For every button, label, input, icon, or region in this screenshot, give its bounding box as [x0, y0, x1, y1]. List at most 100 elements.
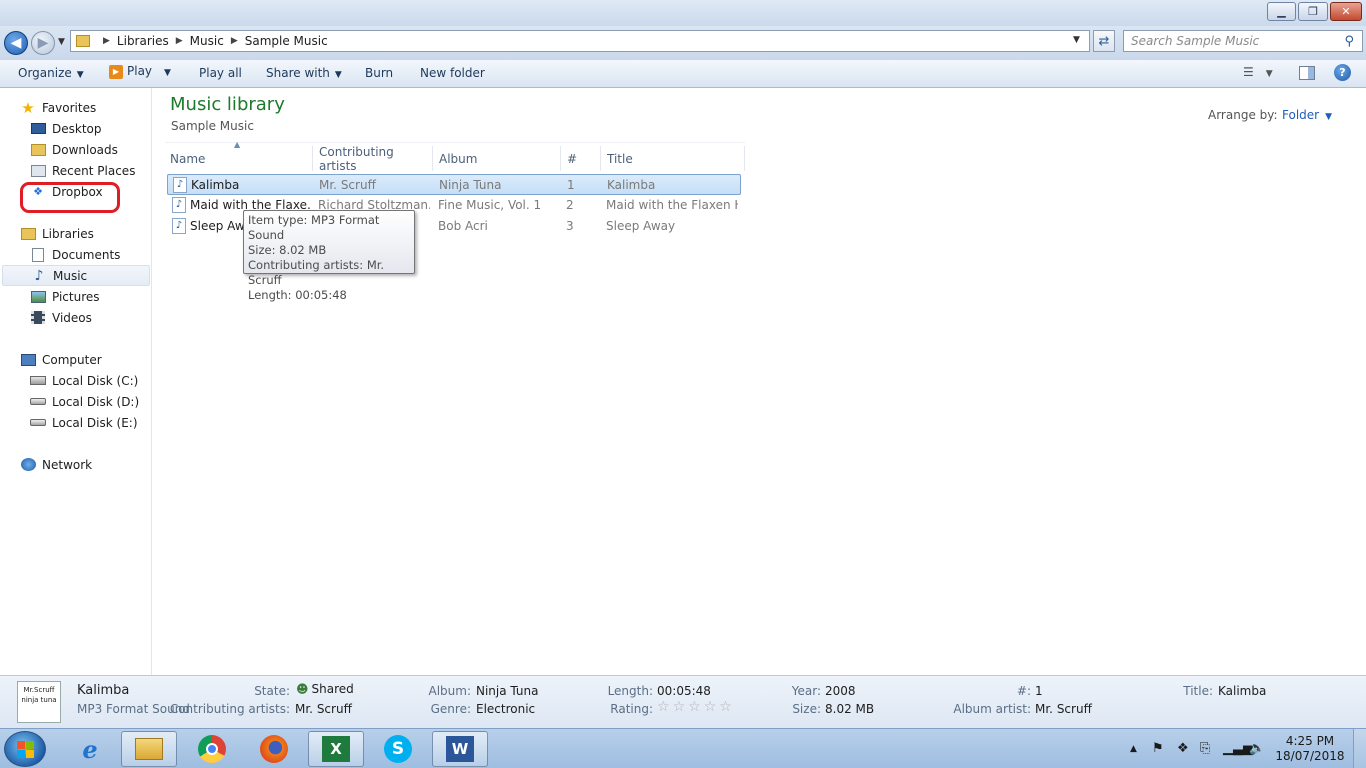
column-header-name[interactable]: Name [166, 146, 313, 171]
skype-icon: S [384, 735, 412, 763]
minimize-button[interactable]: ▁ [1267, 2, 1296, 21]
table-row[interactable]: ♪ Kalimba Mr. Scruff Ninja Tuna 1 Kalimb… [167, 174, 741, 195]
nav-libraries[interactable]: Libraries [20, 223, 94, 244]
address-bar[interactable]: ▶ Libraries ▶ Music ▶ Sample Music [70, 30, 1090, 52]
burn-button[interactable]: Burn [365, 66, 393, 80]
detail-album-artist-value[interactable]: Mr. Scruff [1035, 702, 1092, 716]
search-icon[interactable]: ⚲ [1344, 34, 1354, 49]
detail-file-name: Kalimba [77, 683, 130, 698]
nav-downloads[interactable]: Downloads [30, 139, 118, 160]
column-header-album[interactable]: Album [435, 146, 561, 171]
nav-local-disk-e[interactable]: Local Disk (E:) [30, 412, 138, 433]
clock[interactable]: 4:25 PM 18/07/2018 [1272, 734, 1348, 764]
nav-local-disk-d[interactable]: Local Disk (D:) [30, 391, 139, 412]
star-icon[interactable]: ☆ [657, 699, 670, 715]
show-hidden-icons-button[interactable]: ▲ [1130, 744, 1137, 754]
dropbox-highlight-annotation [20, 182, 120, 213]
folder-icon [135, 738, 163, 760]
nav-network[interactable]: Network [20, 454, 92, 475]
detail-state-label: State: [254, 684, 290, 698]
back-button[interactable]: ◀ [4, 31, 28, 55]
nav-computer-label: Computer [42, 352, 102, 367]
search-input[interactable]: Search Sample Music ⚲ [1123, 30, 1363, 52]
nav-music[interactable]: ♪ Music [2, 265, 150, 286]
star-icon[interactable]: ☆ [673, 699, 686, 715]
play-button[interactable]: ▶ Play ▼ [109, 64, 171, 79]
nav-local-disk-c[interactable]: Local Disk (C:) [30, 370, 138, 391]
play-all-button[interactable]: Play all [199, 66, 242, 80]
star-icon[interactable]: ☆ [719, 699, 732, 715]
arrange-by-dropdown[interactable]: Folder ▼ [1282, 108, 1332, 122]
breadcrumb-sample-music[interactable]: Sample Music [245, 34, 328, 48]
file-number: 2 [566, 198, 574, 212]
address-dropdown-button[interactable]: ▼ [1073, 35, 1080, 45]
nav-favorites-label: Favorites [42, 100, 97, 115]
downloads-folder-icon [30, 142, 46, 158]
breadcrumb-music[interactable]: Music [190, 34, 224, 48]
dropbox-tray-icon[interactable]: ❖ [1177, 741, 1189, 756]
nav-desktop[interactable]: Desktop [30, 118, 102, 139]
column-header-artists[interactable]: Contributing artists [315, 145, 433, 173]
detail-genre-value[interactable]: Electronic [476, 702, 535, 716]
start-button[interactable] [4, 731, 46, 767]
file-explorer-taskbar-button[interactable] [121, 731, 177, 767]
chevron-right-icon[interactable]: ▶ [231, 36, 238, 46]
detail-title-value[interactable]: Kalimba [1218, 684, 1266, 698]
chrome-taskbar-button[interactable] [184, 731, 240, 767]
chevron-right-icon[interactable]: ▶ [103, 36, 110, 46]
internet-explorer-taskbar-button[interactable]: e [62, 731, 118, 767]
nav-downloads-label: Downloads [52, 142, 118, 157]
restore-button[interactable]: ❐ [1298, 2, 1328, 21]
skype-taskbar-button[interactable]: S [370, 731, 426, 767]
search-placeholder: Search Sample Music [1131, 34, 1260, 48]
nav-computer[interactable]: Computer [20, 349, 102, 370]
column-header-number[interactable]: # [563, 146, 601, 171]
content-pane: Music library Sample Music Arrange by: F… [153, 88, 1366, 675]
column-name-label: Name [170, 151, 206, 166]
preview-pane-button[interactable] [1299, 66, 1315, 80]
breadcrumb-libraries[interactable]: Libraries [117, 34, 169, 48]
recent-places-icon [30, 163, 46, 179]
detail-state-value: Shared [311, 682, 354, 696]
refresh-icon: ⇄ [1098, 33, 1110, 49]
detail-album-value[interactable]: Ninja Tuna [476, 684, 539, 698]
rating-stars[interactable]: ☆ ☆ ☆ ☆ ☆ [657, 699, 735, 715]
new-folder-label: New folder [420, 66, 485, 80]
share-with-button[interactable]: Share with ▼ [266, 66, 342, 80]
detail-artists-value[interactable]: Mr. Scruff [295, 702, 352, 716]
column-header-title[interactable]: Title [603, 146, 745, 171]
view-options-button[interactable]: ☰ ▼ [1243, 65, 1273, 79]
firefox-taskbar-button[interactable] [246, 731, 302, 767]
close-button[interactable]: ✕ [1330, 2, 1362, 21]
minimize-icon: ▁ [1277, 5, 1286, 18]
star-icon[interactable]: ☆ [688, 699, 701, 715]
detail-album-artist-label: Album artist: [953, 702, 1031, 716]
action-center-flag-icon[interactable]: ⚑ [1152, 741, 1164, 756]
safely-remove-hardware-icon[interactable]: ⎘ [1200, 741, 1210, 756]
excel-taskbar-button[interactable]: X [308, 731, 364, 767]
detail-rating-label: Rating: [610, 702, 653, 716]
nav-videos[interactable]: Videos [30, 307, 92, 328]
nav-favorites[interactable]: ★ Favorites [20, 97, 96, 118]
network-icon [20, 457, 36, 473]
detail-number-value[interactable]: 1 [1035, 684, 1043, 698]
star-icon[interactable]: ☆ [704, 699, 717, 715]
album-art-thumbnail: Mr.Scruff ninja tuna [17, 681, 61, 723]
desktop-icon [30, 121, 46, 137]
nav-recent-places[interactable]: Recent Places [30, 160, 135, 181]
refresh-button[interactable]: ⇄ [1093, 30, 1115, 52]
show-desktop-button[interactable] [1353, 729, 1366, 768]
new-folder-button[interactable]: New folder [420, 66, 485, 80]
volume-icon[interactable]: 🔈 [1249, 741, 1265, 756]
nav-documents[interactable]: Documents [30, 244, 120, 265]
chevron-right-icon[interactable]: ▶ [176, 36, 183, 46]
word-taskbar-button[interactable]: W [432, 731, 488, 767]
organize-button[interactable]: Organize ▼ [18, 66, 84, 80]
forward-button[interactable]: ▶ [31, 31, 55, 55]
nav-pictures[interactable]: Pictures [30, 286, 100, 307]
view-details-icon: ☰ [1243, 65, 1254, 79]
detail-year-value[interactable]: 2008 [825, 684, 856, 698]
help-button[interactable]: ? [1334, 64, 1351, 81]
detail-album-label: Album: [428, 684, 472, 698]
recent-pages-button[interactable]: ▼ [58, 37, 65, 47]
